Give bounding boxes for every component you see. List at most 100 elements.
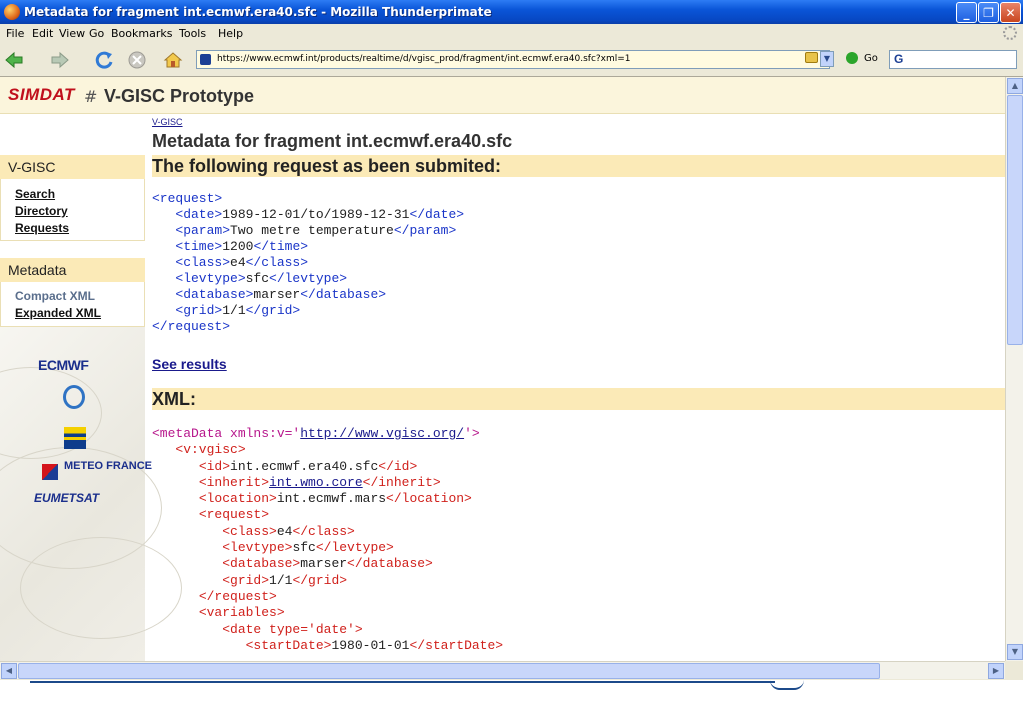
sidebar-section-metadata: Metadata: [0, 258, 145, 282]
xml-tag: <class>: [222, 523, 277, 539]
home-icon[interactable]: [163, 50, 183, 70]
minimize-button[interactable]: _: [956, 2, 977, 23]
vertical-scroll-thumb[interactable]: [1007, 95, 1023, 345]
xml-tag: <request>: [152, 191, 223, 206]
sidebar-link-compact-xml[interactable]: Compact XML: [15, 289, 95, 303]
menu-file[interactable]: File: [6, 27, 24, 40]
xml-value: 1/1: [222, 303, 246, 318]
xml-value: Two metre temperature: [230, 223, 394, 238]
xml-tag: </class>: [292, 523, 355, 539]
url-text[interactable]: https://www.ecmwf.int/products/realtime/…: [217, 54, 631, 64]
xml-tag: <levtype>: [175, 271, 246, 286]
page-title: Metadata for fragment int.ecmwf.era40.sf…: [152, 131, 513, 151]
xml-tag: </database>: [300, 287, 387, 302]
met-office-logo: [64, 427, 86, 449]
xml-value: int.ecmwf.era40.sfc: [230, 458, 379, 474]
xml-value: marser: [253, 287, 301, 302]
menu-edit[interactable]: Edit: [32, 27, 53, 40]
page-content: SIMDAT # V-GISC Prototype V-GISC Search …: [0, 77, 1005, 661]
xml-tag: <startDate>: [245, 637, 332, 653]
url-bar[interactable]: https://www.ecmwf.int/products/realtime/…: [196, 50, 830, 69]
xml-value: e4: [230, 255, 246, 270]
xml-tag: </class>: [245, 255, 309, 270]
xml-tag: </startDate>: [409, 637, 504, 653]
xml-tag: <id>: [198, 458, 231, 474]
xml-tag: </grid>: [292, 572, 348, 588]
search-input[interactable]: G: [889, 50, 1017, 69]
sidebar-section-vgisc: V-GISC: [0, 155, 145, 179]
xml-tag: </database>: [347, 556, 433, 572]
inherit-link[interactable]: int.wmo.core: [269, 475, 363, 490]
stop-icon[interactable]: [127, 50, 147, 70]
xml-tag: <location>: [198, 491, 277, 507]
simdat-logo: SIMDAT: [8, 85, 75, 104]
sidebar-link-directory[interactable]: Directory: [15, 204, 68, 218]
menu-help[interactable]: Help: [218, 27, 243, 40]
xml-tag: <class>: [175, 255, 231, 270]
metadata-xml: <metaData xmlns:v='http://www.vgisc.org/…: [152, 426, 503, 654]
xml-value: 1200: [222, 239, 254, 254]
xml-tag: </date>: [409, 207, 465, 222]
reload-icon[interactable]: [94, 50, 114, 70]
xml-tag: <param>: [175, 223, 231, 238]
sidebar-links-metadata: Compact XML Expanded XML: [0, 282, 145, 327]
sidebar-link-expanded-xml[interactable]: Expanded XML: [15, 306, 101, 320]
meteo-france-icon: [42, 464, 58, 480]
horizontal-scrollbar[interactable]: ◀ ▶: [0, 661, 1005, 679]
site-header: SIMDAT # V-GISC Prototype: [0, 77, 1005, 114]
breadcrumb[interactable]: V-GISC: [152, 117, 183, 127]
xml-tag: </inherit>: [362, 474, 441, 490]
sidebar-section-title: Metadata: [8, 262, 67, 278]
close-button[interactable]: ✕: [1000, 2, 1021, 23]
xml-value: sfc: [245, 271, 270, 286]
sidebar-link-requests[interactable]: Requests: [15, 221, 69, 235]
wmo-logo: [63, 385, 85, 409]
xml-tag: <metaData xmlns:v=': [152, 426, 301, 441]
scroll-up-icon[interactable]: ▲: [1007, 78, 1023, 94]
section-header-xml: XML:: [152, 388, 1005, 410]
window-title: Metadata for fragment int.ecmwf.era40.sf…: [24, 5, 492, 19]
go-icon[interactable]: [846, 52, 858, 64]
namespace-link[interactable]: http://www.vgisc.org/: [300, 426, 464, 441]
scroll-down-icon[interactable]: ▼: [1007, 644, 1023, 660]
go-button[interactable]: Go: [864, 53, 878, 64]
site-title: V-GISC Prototype: [104, 86, 255, 106]
menu-tools[interactable]: Tools: [179, 27, 206, 40]
menu-view[interactable]: View: [59, 27, 85, 40]
title-bar: Metadata for fragment int.ecmwf.era40.sf…: [0, 0, 1023, 24]
xml-tag: <request>: [198, 507, 270, 523]
xml-tag: <levtype>: [222, 540, 293, 556]
xml-value: e4: [276, 523, 293, 539]
scrollbar-corner: [1005, 661, 1023, 679]
back-arrow-icon[interactable]: [4, 50, 24, 70]
navigation-toolbar: https://www.ecmwf.int/products/realtime/…: [0, 44, 1023, 77]
url-dropdown-button[interactable]: ▼: [820, 51, 834, 67]
menu-go[interactable]: Go: [89, 27, 104, 40]
vertical-scrollbar[interactable]: ▲ ▼: [1005, 77, 1023, 661]
site-icon: [200, 54, 211, 65]
lock-icon[interactable]: [805, 52, 818, 63]
maximize-button[interactable]: ❐: [978, 2, 999, 23]
xml-tag: </param>: [393, 223, 457, 238]
map-contour: [0, 367, 102, 459]
sidebar-section-title: V-GISC: [8, 159, 56, 175]
xml-tag: <date type='date'>: [222, 621, 363, 637]
sidebar-link-search[interactable]: Search: [15, 187, 55, 201]
see-results-link[interactable]: See results: [152, 356, 227, 372]
scroll-left-icon[interactable]: ◀: [1, 663, 17, 679]
browser-window: Metadata for fragment int.ecmwf.era40.sf…: [0, 0, 1023, 680]
xml-tag: </time>: [253, 239, 309, 254]
xml-tag: <date>: [175, 207, 223, 222]
throbber-icon: [1003, 26, 1017, 40]
xml-tag: <grid>: [175, 303, 223, 318]
horizontal-scroll-thumb[interactable]: [18, 663, 880, 679]
scroll-right-icon[interactable]: ▶: [988, 663, 1004, 679]
section-title: The following request as been submited:: [152, 156, 502, 176]
menu-bookmarks[interactable]: Bookmarks: [111, 27, 172, 40]
xml-tag: </levtype>: [315, 540, 394, 556]
xml-tag: </levtype>: [269, 271, 348, 286]
meteo-france-logo: METEO FRANCE: [64, 460, 152, 472]
forward-arrow-icon[interactable]: [50, 50, 70, 70]
xml-value: marser: [300, 556, 348, 572]
xml-value: 1989-12-01/to/1989-12-31: [222, 207, 410, 222]
